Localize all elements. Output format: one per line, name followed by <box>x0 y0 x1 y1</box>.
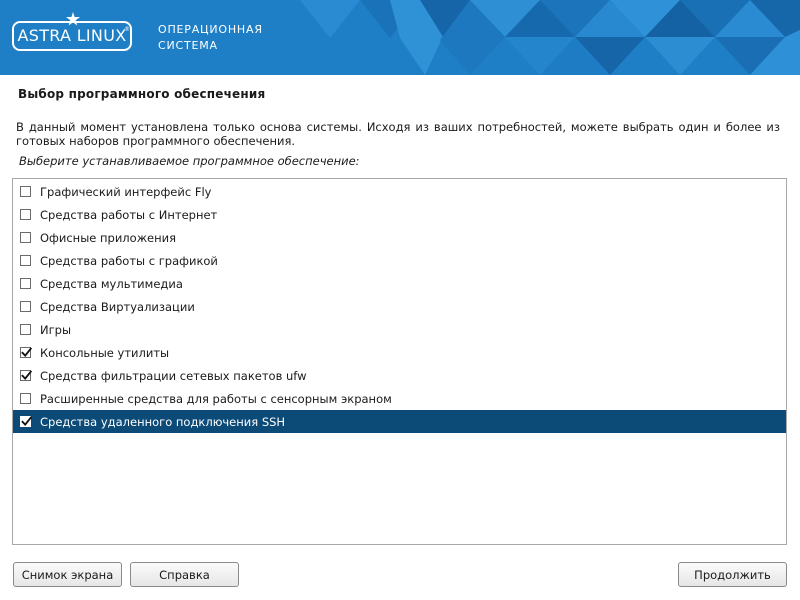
checkbox-checked[interactable] <box>20 370 33 381</box>
star-icon <box>66 12 80 26</box>
checkbox-checked[interactable] <box>20 347 33 358</box>
list-item-label: Расширенные средства для работы с сенсор… <box>40 391 392 406</box>
continue-button[interactable]: Продолжить <box>678 562 787 587</box>
software-list[interactable]: Графический интерфейс Fly Средства работы… <box>12 178 787 545</box>
checkbox-unchecked[interactable] <box>20 324 31 335</box>
list-item[interactable]: Средства фильтрации сетевых пакетов ufw <box>13 364 786 387</box>
subtitle-line-2: СИСТЕМА <box>158 39 218 52</box>
list-item[interactable]: Игры <box>13 318 786 341</box>
list-item-label: Средства удаленного подключения SSH <box>40 414 286 429</box>
checkbox-unchecked[interactable] <box>20 209 31 220</box>
registered-mark: ® <box>124 26 130 33</box>
list-item-label: Графический интерфейс Fly <box>40 184 212 199</box>
checkbox-unchecked[interactable] <box>20 255 31 266</box>
list-item[interactable]: Средства удаленного подключения SSH <box>13 410 786 433</box>
logo-text: ASTRA LINUX <box>17 26 127 45</box>
checkbox-unchecked[interactable] <box>20 186 31 197</box>
list-item[interactable]: Консольные утилиты <box>13 341 786 364</box>
checkbox-checked[interactable] <box>20 416 33 427</box>
page-description: В данный момент установлена только основ… <box>16 120 780 148</box>
checkmark-icon <box>21 347 33 357</box>
checkbox-unchecked[interactable] <box>20 301 31 312</box>
list-item[interactable]: Расширенные средства для работы с сенсор… <box>13 387 786 410</box>
list-item-label: Средства работы с Интернет <box>40 207 218 222</box>
list-item[interactable]: Офисные приложения <box>13 226 786 249</box>
list-item-label: Средства работы с графикой <box>40 253 218 268</box>
help-button[interactable]: Справка <box>130 562 239 587</box>
checkbox-unchecked[interactable] <box>20 232 31 243</box>
list-item-label: Игры <box>40 322 72 337</box>
list-item[interactable]: Средства работы с Интернет <box>13 203 786 226</box>
selection-prompt: Выберите устанавливаемое программное обе… <box>19 154 360 168</box>
list-item[interactable]: Средства мультимедиа <box>13 272 786 295</box>
checkmark-icon <box>21 416 33 426</box>
list-item-label: Средства мультимедиа <box>40 276 183 291</box>
list-item[interactable]: Средства Виртуализации <box>13 295 786 318</box>
checkmark-icon <box>21 370 33 380</box>
list-item-label: Средства Виртуализации <box>40 299 195 314</box>
list-item-label: Офисные приложения <box>40 230 177 245</box>
subtitle-line-1: ОПЕРАЦИОННАЯ <box>158 23 263 36</box>
screenshot-button[interactable]: Снимок экрана <box>13 562 122 587</box>
os-subtitle: ОПЕРАЦИОННАЯ СИСТЕМА <box>158 22 263 54</box>
checkbox-unchecked[interactable] <box>20 278 31 289</box>
checkbox-unchecked[interactable] <box>20 393 31 404</box>
list-item[interactable]: Графический интерфейс Fly <box>13 180 786 203</box>
list-item-label: Консольные утилиты <box>40 345 170 360</box>
header-banner: ASTRA LINUX ® ОПЕРАЦИОННАЯ СИСТЕМА <box>0 0 800 75</box>
page-title: Выбор программного обеспечения <box>18 87 266 101</box>
list-item-label: Средства фильтрации сетевых пакетов ufw <box>40 368 307 383</box>
list-item[interactable]: Средства работы с графикой <box>13 249 786 272</box>
